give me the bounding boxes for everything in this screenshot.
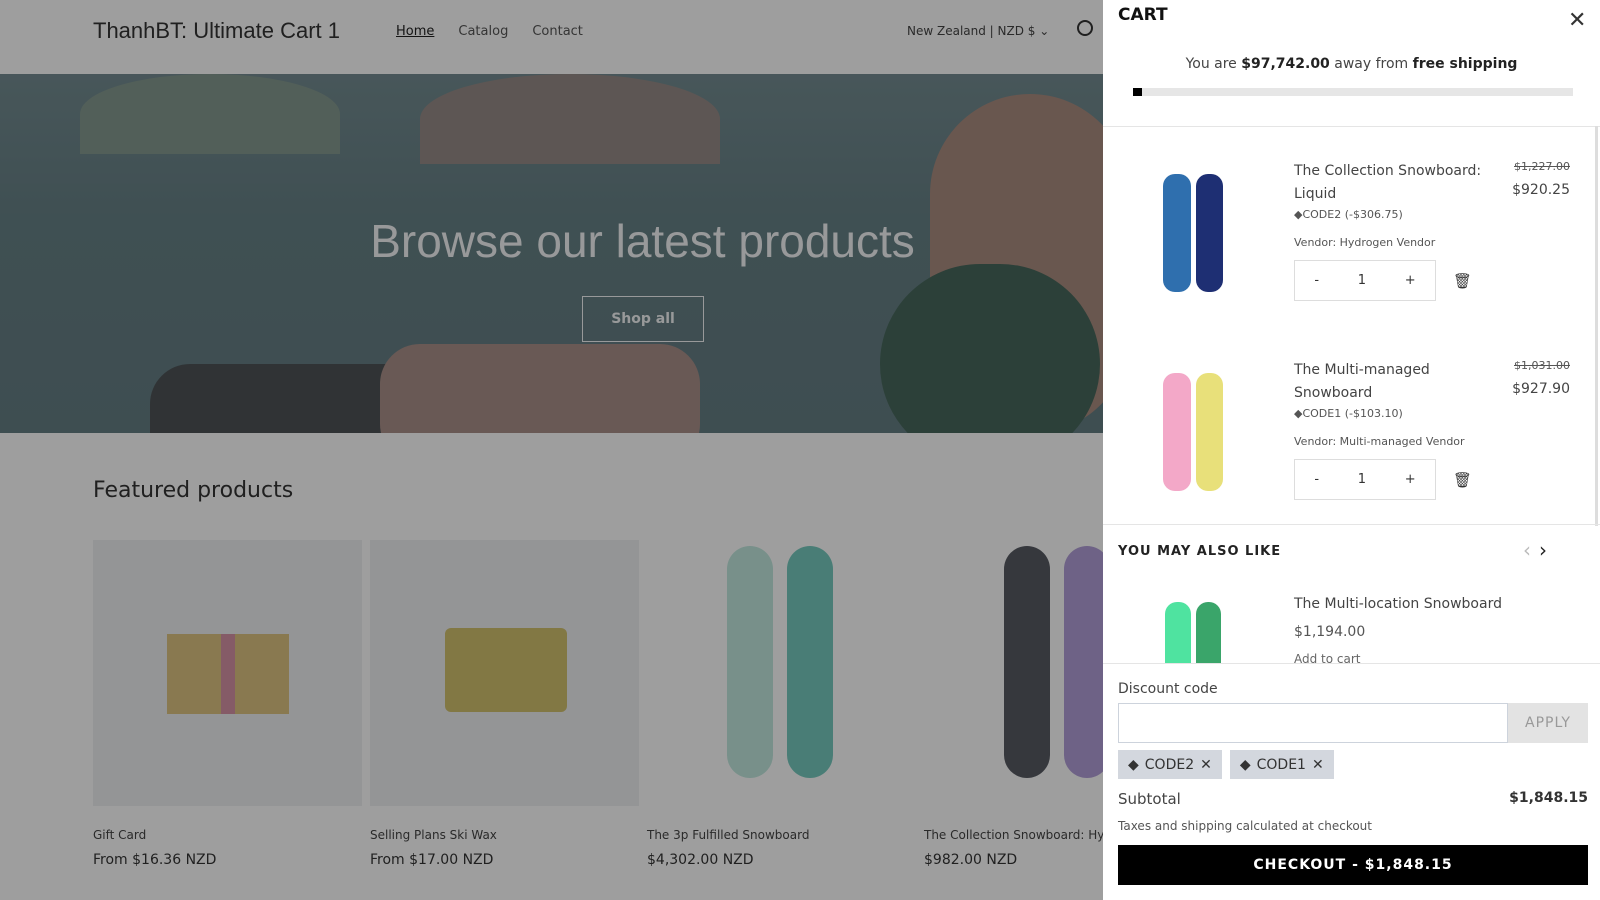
shipping-amount: $97,742.00 — [1241, 56, 1330, 72]
featured-title: Featured products — [93, 478, 294, 503]
item-vendor: Vendor: Multi-managed Vendor — [1294, 435, 1465, 448]
free-shipping-message: You are $97,742.00 away from free shippi… — [1103, 56, 1600, 72]
product-name[interactable]: The 3p Fulfilled Snowboard — [647, 828, 916, 842]
add-to-cart-link[interactable]: Add to cart — [1294, 652, 1361, 663]
search-icon[interactable] — [1077, 20, 1093, 36]
chevron-left-icon[interactable]: ‹ — [1523, 538, 1531, 562]
discount-label: Discount code — [1118, 681, 1218, 697]
shop-all-button[interactable]: Shop all — [582, 296, 704, 342]
item-discount-code: ◆CODE2 (-$306.75) — [1294, 208, 1403, 221]
divider — [1103, 524, 1600, 525]
product-price: From $17.00 NZD — [370, 852, 494, 868]
chip-label: CODE2 — [1144, 756, 1195, 773]
shipping-suffix: free shipping — [1412, 56, 1518, 72]
recommended-price: $1,194.00 — [1294, 624, 1366, 640]
item-discount-code: ◆CODE1 (-$103.10) — [1294, 407, 1403, 420]
chevron-right-icon[interactable]: › — [1539, 538, 1547, 562]
product-card[interactable]: Gift Card From $16.36 NZD — [93, 540, 362, 868]
quantity-value[interactable]: 1 — [1358, 472, 1366, 487]
product-name[interactable]: Gift Card — [93, 828, 362, 842]
item-price: $920.25 — [1512, 182, 1570, 198]
checkout-button[interactable]: CHECKOUT - $1,848.15 — [1118, 845, 1588, 885]
recommended-name[interactable]: The Multi-location Snowboard — [1294, 596, 1502, 612]
product-card[interactable]: The 3p Fulfilled Snowboard $4,302.00 NZD — [647, 540, 916, 868]
quantity-stepper: - 1 + — [1294, 260, 1436, 301]
recommended-product: The Multi-location Snowboard $1,194.00 A… — [1103, 580, 1600, 663]
product-thumbnail[interactable] — [1163, 174, 1223, 292]
shipping-progress-fill — [1133, 88, 1142, 96]
tag-icon: ◆ — [1239, 756, 1251, 773]
store-logo[interactable]: ThanhBT: Ultimate Cart 1 — [93, 18, 340, 44]
increase-button[interactable]: + — [1405, 273, 1416, 288]
product-image[interactable] — [370, 540, 639, 806]
main-nav: Home Catalog Contact — [396, 24, 583, 39]
tax-note: Taxes and shipping calculated at checkou… — [1118, 819, 1372, 833]
apply-button[interactable]: APPLY — [1508, 703, 1588, 743]
trash-icon[interactable]: 🗑 — [1453, 471, 1472, 489]
divider — [1103, 126, 1600, 127]
product-card[interactable]: Selling Plans Ski Wax From $17.00 NZD — [370, 540, 639, 868]
applied-codes: ◆ CODE2 ✕ ◆ CODE1 ✕ — [1118, 750, 1334, 779]
discount-code-input[interactable] — [1118, 703, 1508, 743]
nav-home[interactable]: Home — [396, 24, 434, 39]
region-selector[interactable]: New Zealand | NZD $ ⌄ — [907, 24, 1049, 38]
discount-chip: ◆ CODE2 ✕ — [1118, 750, 1222, 779]
recommendations-nav: ‹ › — [1523, 538, 1547, 562]
hero-title: Browse our latest products — [370, 215, 915, 267]
decrease-button[interactable]: - — [1314, 273, 1319, 288]
increase-button[interactable]: + — [1405, 472, 1416, 487]
close-icon[interactable]: ✕ — [1568, 8, 1586, 33]
remove-code-icon[interactable]: ✕ — [1312, 757, 1324, 773]
item-original-price: $1,227.00 — [1514, 160, 1570, 173]
item-vendor: Vendor: Hydrogen Vendor — [1294, 236, 1436, 249]
quantity-value[interactable]: 1 — [1358, 273, 1366, 288]
shipping-prefix: You are — [1185, 56, 1242, 72]
item-name[interactable]: The Multi-managed Snowboard — [1294, 359, 1494, 405]
cart-title: CART — [1118, 5, 1168, 25]
discount-chip: ◆ CODE1 ✕ — [1229, 750, 1334, 779]
cart-drawer: CART ✕ You are $97,742.00 away from free… — [1103, 0, 1600, 900]
remove-code-icon[interactable]: ✕ — [1200, 757, 1212, 773]
quantity-stepper: - 1 + — [1294, 459, 1436, 500]
product-price: $4,302.00 NZD — [647, 852, 754, 868]
trash-icon[interactable]: 🗑 — [1453, 272, 1472, 290]
shipping-progress-bar — [1133, 88, 1573, 96]
subtotal-value: $1,848.15 — [1509, 790, 1588, 806]
item-name[interactable]: The Collection Snowboard: Liquid — [1294, 160, 1494, 206]
product-image[interactable] — [647, 540, 916, 806]
nav-catalog[interactable]: Catalog — [458, 24, 508, 39]
divider — [1103, 663, 1600, 664]
nav-contact[interactable]: Contact — [532, 24, 583, 39]
item-original-price: $1,031.00 — [1514, 359, 1570, 372]
chip-label: CODE1 — [1256, 756, 1306, 773]
decrease-button[interactable]: - — [1314, 472, 1319, 487]
subtotal-label: Subtotal — [1118, 790, 1181, 808]
cart-item: The Multi-managed Snowboard ◆CODE1 (-$10… — [1103, 335, 1600, 525]
cart-item: The Collection Snowboard: Liquid ◆CODE2 … — [1103, 136, 1600, 326]
product-thumbnail[interactable] — [1163, 373, 1223, 491]
shipping-middle: away from — [1329, 56, 1413, 72]
product-thumbnail[interactable] — [1165, 602, 1221, 663]
tag-icon: ◆ — [1128, 756, 1139, 773]
product-image[interactable] — [93, 540, 362, 806]
recommendations-title: YOU MAY ALSO LIKE — [1118, 544, 1282, 559]
product-price: From $16.36 NZD — [93, 852, 217, 868]
item-price: $927.90 — [1512, 381, 1570, 397]
product-name[interactable]: Selling Plans Ski Wax — [370, 828, 639, 842]
